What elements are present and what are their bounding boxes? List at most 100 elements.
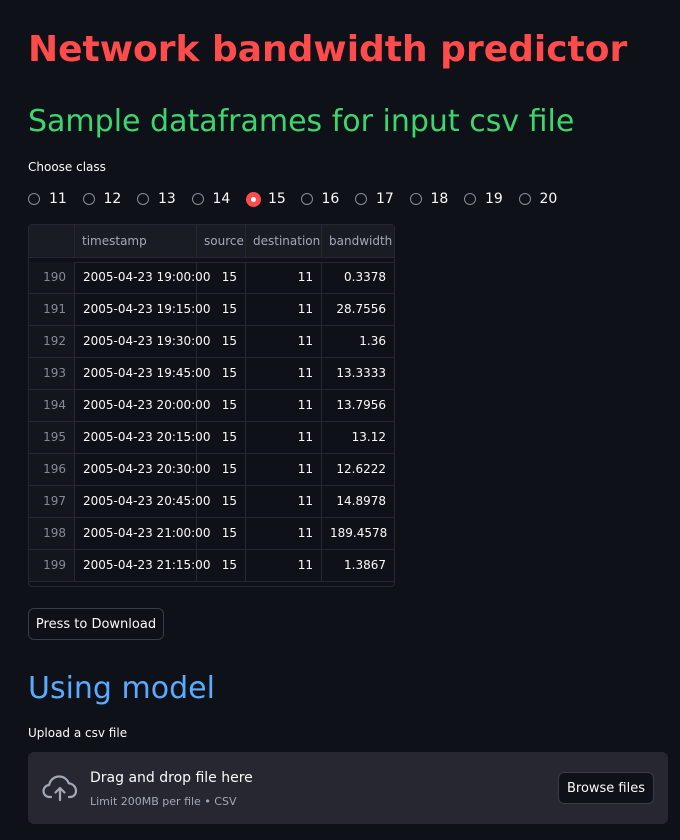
source-cell: 15 bbox=[197, 550, 246, 581]
table-row: 196 2005-04-23 20:30:00 15 11 12.6222 bbox=[29, 454, 394, 486]
cloud-upload-icon bbox=[42, 775, 78, 802]
bandwidth-cell: 1.36 bbox=[359, 334, 386, 348]
radio-option-label: 11 bbox=[49, 191, 67, 207]
radio-unchecked-icon[interactable] bbox=[191, 193, 204, 205]
radio-unchecked-icon[interactable] bbox=[82, 193, 95, 205]
table-row: 191 2005-04-23 19:15:00 15 11 28.7556 bbox=[29, 294, 394, 326]
table-row: 199 2005-04-23 21:15:00 15 11 1.3867 bbox=[29, 550, 394, 582]
table-row: 197 2005-04-23 20:45:00 15 11 14.8978 bbox=[29, 486, 394, 518]
app-page: Network bandwidth predictor Sample dataf… bbox=[0, 0, 680, 840]
table-row: 193 2005-04-23 19:45:00 15 11 13.3333 bbox=[29, 358, 394, 390]
dropzone-instructions: Drag and drop file here bbox=[90, 770, 253, 786]
radio-option-11[interactable]: 11 bbox=[28, 189, 83, 209]
destination-cell: 11 bbox=[246, 326, 322, 357]
source-cell: 15 bbox=[197, 358, 246, 389]
timestamp-cell: 2005-04-23 20:30:00 bbox=[75, 454, 210, 485]
row-index-cell: 190 bbox=[29, 262, 75, 293]
file-dropzone[interactable]: Drag and drop file here Limit 200MB per … bbox=[28, 752, 668, 824]
timestamp-cell: 2005-04-23 20:15:00 bbox=[75, 422, 210, 453]
radio-option-label: 17 bbox=[376, 191, 394, 207]
table-row: 194 2005-04-23 20:00:00 15 11 13.7956 bbox=[29, 390, 394, 422]
radio-option-label: 19 bbox=[485, 191, 503, 207]
radio-option-18[interactable]: 18 bbox=[409, 189, 465, 209]
row-index-cell: 194 bbox=[29, 390, 75, 421]
radio-option-15[interactable]: 15 bbox=[246, 189, 301, 209]
source-cell: 15 bbox=[197, 294, 246, 325]
radio-option-19[interactable]: 19 bbox=[464, 189, 519, 209]
column-header-index bbox=[29, 225, 75, 257]
source-cell: 15 bbox=[197, 454, 246, 485]
radio-unchecked-icon[interactable] bbox=[409, 193, 422, 205]
bandwidth-cell: 14.8978 bbox=[336, 494, 386, 508]
radio-option-label: 12 bbox=[103, 191, 122, 207]
radio-option-20[interactable]: 20 bbox=[518, 189, 574, 209]
radio-unchecked-icon[interactable] bbox=[355, 193, 367, 205]
row-index-cell: 196 bbox=[29, 454, 75, 485]
radio-option-label: 13 bbox=[158, 191, 176, 207]
bandwidth-cell: 0.3378 bbox=[344, 270, 386, 284]
radio-unchecked-icon[interactable] bbox=[28, 193, 40, 205]
timestamp-cell: 2005-04-23 19:00:00 bbox=[75, 262, 210, 293]
bandwidth-cell: 13.7956 bbox=[336, 398, 386, 412]
table-row: 195 2005-04-23 20:15:00 15 11 13.12 bbox=[29, 422, 394, 454]
sample-dataframe-table[interactable]: timestamp source destination bandwidth 190 2… bbox=[28, 224, 395, 587]
radio-option-13[interactable]: 13 bbox=[137, 189, 192, 209]
source-cell: 15 bbox=[197, 390, 246, 421]
row-index-cell: 191 bbox=[29, 294, 75, 325]
sample-dataframes-heading: Sample dataframes for input csv file bbox=[28, 104, 575, 139]
radio-option-16[interactable]: 16 bbox=[300, 189, 356, 209]
dropzone-limit: Limit 200MB per file • CSV bbox=[90, 795, 237, 808]
download-button[interactable]: Press to Download bbox=[28, 608, 164, 640]
radio-option-label: 16 bbox=[321, 191, 340, 207]
table-body: 190 2005-04-23 19:00:00 15 11 0.3378 191 2005-… bbox=[29, 262, 394, 582]
class-radio-group: 11 12 13 14 15 16 17 18 19 20 bbox=[28, 189, 573, 209]
timestamp-cell: 2005-04-23 19:30:00 bbox=[75, 326, 210, 357]
destination-cell: 11 bbox=[246, 486, 322, 517]
radio-option-12[interactable]: 12 bbox=[82, 189, 138, 209]
radio-unchecked-icon[interactable] bbox=[137, 193, 149, 205]
radio-option-17[interactable]: 17 bbox=[355, 189, 410, 209]
timestamp-cell: 2005-04-23 20:45:00 bbox=[75, 486, 210, 517]
destination-cell: 11 bbox=[246, 454, 322, 485]
column-header-timestamp[interactable]: timestamp bbox=[75, 225, 197, 257]
radio-unchecked-icon[interactable] bbox=[518, 193, 531, 205]
destination-cell: 11 bbox=[246, 358, 322, 389]
column-header-source[interactable]: source bbox=[197, 225, 246, 257]
source-cell: 15 bbox=[197, 422, 246, 453]
bandwidth-cell: 13.12 bbox=[351, 430, 386, 444]
destination-cell: 11 bbox=[246, 518, 322, 549]
radio-checked-icon[interactable] bbox=[246, 191, 261, 207]
row-index-cell: 195 bbox=[29, 422, 75, 453]
choose-class-label: Choose class bbox=[28, 160, 106, 174]
table-header: timestamp source destination bandwidth bbox=[29, 225, 394, 258]
column-header-bandwidth[interactable]: bandwidth bbox=[322, 225, 394, 257]
source-cell: 15 bbox=[197, 262, 246, 293]
table-row: 192 2005-04-23 19:30:00 15 11 1.36 bbox=[29, 326, 394, 358]
destination-cell: 11 bbox=[246, 550, 322, 581]
radio-unchecked-icon[interactable] bbox=[464, 193, 476, 205]
radio-option-14[interactable]: 14 bbox=[191, 189, 247, 209]
radio-option-label: 14 bbox=[212, 191, 231, 207]
radio-unchecked-icon[interactable] bbox=[300, 193, 313, 205]
source-cell: 15 bbox=[197, 326, 246, 357]
radio-option-label: 15 bbox=[268, 191, 286, 207]
bandwidth-cell: 1.3867 bbox=[344, 558, 386, 572]
upload-csv-label: Upload a csv file bbox=[28, 726, 128, 740]
timestamp-cell: 2005-04-23 19:15:00 bbox=[75, 294, 210, 325]
source-cell: 15 bbox=[197, 486, 246, 517]
using-model-heading: Using model bbox=[28, 671, 215, 706]
timestamp-cell: 2005-04-23 21:15:00 bbox=[75, 550, 210, 581]
table-row: 190 2005-04-23 19:00:00 15 11 0.3378 bbox=[29, 262, 394, 294]
bandwidth-cell: 189.4578 bbox=[330, 526, 388, 540]
browse-files-button[interactable]: Browse files bbox=[558, 772, 654, 804]
row-index-cell: 193 bbox=[29, 358, 75, 389]
page-title: Network bandwidth predictor bbox=[28, 29, 628, 70]
row-index-cell: 197 bbox=[29, 486, 75, 517]
column-header-destination[interactable]: destination bbox=[246, 225, 322, 257]
destination-cell: 11 bbox=[246, 294, 322, 325]
radio-option-label: 20 bbox=[539, 191, 558, 207]
destination-cell: 11 bbox=[246, 262, 322, 293]
timestamp-cell: 2005-04-23 19:45:00 bbox=[75, 358, 210, 389]
timestamp-cell: 2005-04-23 20:00:00 bbox=[75, 390, 210, 421]
source-cell: 15 bbox=[197, 518, 246, 549]
